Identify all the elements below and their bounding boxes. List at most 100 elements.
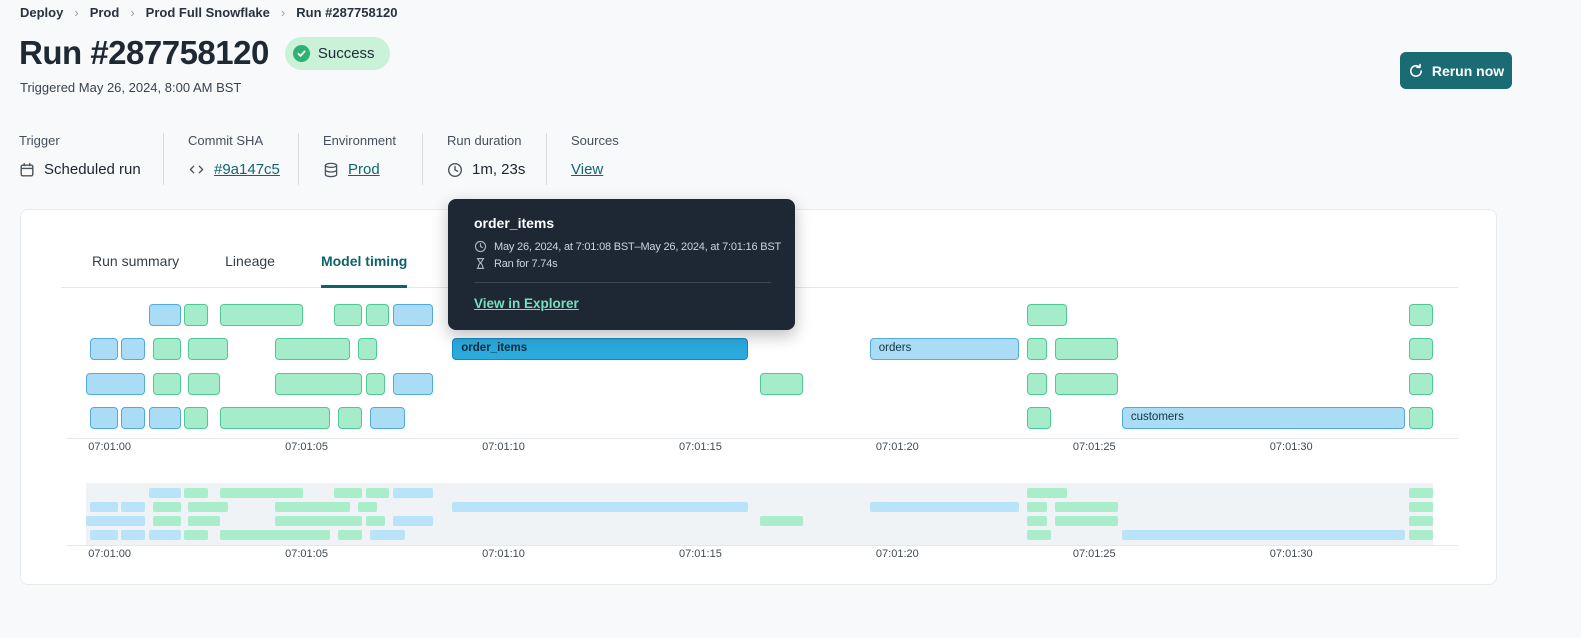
gantt-bar[interactable] [184, 407, 209, 429]
mini-bar [121, 530, 146, 540]
gantt-bar[interactable] [275, 373, 362, 395]
timeline-brush[interactable] [86, 483, 1433, 545]
detail-value: Scheduled run [19, 161, 141, 178]
gantt-bar[interactable] [152, 373, 181, 395]
gantt-bar[interactable] [188, 373, 220, 395]
detail-label: Trigger [19, 133, 60, 148]
breadcrumb-item[interactable]: Deploy [20, 5, 63, 20]
success-check-icon [292, 44, 310, 62]
gantt-bar[interactable] [1409, 373, 1433, 395]
gantt-bar[interactable] [1054, 373, 1118, 395]
detail-value-text[interactable]: #9a147c5 [214, 161, 280, 178]
axis-tick-label: 07:01:05 [285, 441, 328, 453]
gantt-bar[interactable] [1409, 407, 1433, 429]
detail-value[interactable]: #9a147c5 [188, 161, 280, 178]
gantt-bar[interactable] [89, 407, 118, 429]
breadcrumb-item[interactable]: Prod Full Snowflake [146, 5, 270, 20]
triggered-text: Triggered May 26, 2024, 8:00 AM BST [20, 80, 242, 95]
tab-model-timing[interactable]: Model timing [320, 250, 408, 288]
gantt-bar[interactable] [149, 407, 181, 429]
axis-tick-label: 07:01:15 [678, 548, 722, 560]
mini-bar [365, 488, 390, 498]
page-title: Run #287758120 [19, 34, 269, 71]
gantt-bar[interactable] [86, 373, 146, 395]
gantt-bar[interactable] [1054, 338, 1118, 360]
mini-bar [1027, 502, 1047, 512]
hourglass-icon [474, 257, 487, 270]
gantt-bar[interactable] [1027, 304, 1067, 326]
detail-value-text[interactable]: View [571, 161, 603, 178]
detail-environment: Environment Prod [323, 133, 396, 178]
rerun-now-button[interactable]: Rerun now [1400, 52, 1512, 89]
detail-value[interactable]: Prod [323, 161, 396, 178]
detail-trigger: Trigger Scheduled run [19, 133, 141, 178]
gantt-bar[interactable] [365, 304, 390, 326]
gantt-bar[interactable] [393, 373, 433, 395]
axis-tick-label: 07:01:00 [88, 441, 132, 453]
details-divider [422, 133, 423, 185]
axis-tick-label: 07:01:15 [678, 441, 722, 453]
detail-value[interactable]: View [571, 161, 619, 178]
breadcrumb-separator-icon: › [74, 5, 79, 20]
view-in-explorer-link[interactable]: View in Explorer [474, 296, 579, 311]
gantt-bar[interactable] [219, 407, 331, 429]
calendar-icon [19, 162, 35, 178]
gantt-bar[interactable] [365, 373, 386, 395]
status-label: Success [317, 44, 375, 62]
detail-value-text: Scheduled run [44, 161, 141, 178]
mini-bar [1409, 488, 1433, 498]
mini-bar [1409, 516, 1433, 526]
breadcrumb-separator-icon: › [280, 5, 286, 20]
detail-value-text: 1m, 23s [472, 161, 526, 178]
tab-lineage[interactable]: Lineage [225, 250, 275, 288]
axis-tick-label: 07:01:20 [875, 548, 919, 560]
detail-commit-sha: Commit SHA #9a147c5 [188, 133, 280, 178]
gantt-bar-customers[interactable]: customers [1121, 407, 1406, 429]
gantt-bar[interactable] [219, 304, 303, 326]
gantt-bar[interactable] [334, 304, 362, 326]
mini-bar [219, 530, 331, 540]
gantt-bar[interactable] [1027, 338, 1047, 360]
gantt-bar[interactable] [759, 373, 803, 395]
breadcrumb-item[interactable]: Prod [90, 5, 120, 20]
details-divider [546, 133, 547, 185]
axis-line [66, 438, 1458, 439]
axis-tick-label: 07:01:25 [1072, 548, 1116, 560]
gantt-bar[interactable] [275, 338, 350, 360]
tab-run-summary[interactable]: Run summary [92, 250, 179, 288]
time-axis-mini: 07:01:00 07:01:05 07:01:10 07:01:15 07:01:20… [66, 545, 1458, 562]
database-icon [323, 162, 339, 178]
breadcrumb-item: Run #287758120 [296, 5, 398, 20]
gantt-bar[interactable] [121, 338, 146, 360]
gantt-bar[interactable] [1027, 373, 1047, 395]
gantt-bar[interactable] [369, 407, 406, 429]
mini-bar [393, 488, 433, 498]
gantt-bar[interactable] [338, 407, 362, 429]
gantt-bar-orders[interactable]: orders [869, 338, 1020, 360]
gantt-bar[interactable] [1409, 338, 1433, 360]
gantt-bar[interactable] [188, 338, 228, 360]
tooltip-duration: Ran for 7.74s [494, 257, 558, 270]
detail-label: Run duration [447, 133, 522, 148]
axis-tick-label: 07:01:10 [482, 548, 525, 560]
gantt-bar[interactable] [393, 304, 433, 326]
mini-bar [393, 516, 433, 526]
detail-label: Commit SHA [188, 133, 264, 148]
gantt-bar[interactable] [184, 304, 209, 326]
gantt-bar-order_items[interactable]: order_items [452, 338, 748, 360]
gantt-bar[interactable] [1409, 304, 1433, 326]
gantt-bar[interactable] [89, 338, 118, 360]
mini-bar [152, 516, 181, 526]
axis-tick-label: 07:01:20 [875, 441, 919, 453]
gantt-bar[interactable] [149, 304, 181, 326]
mini-bar [149, 488, 181, 498]
gantt-bar[interactable] [357, 338, 378, 360]
detail-value-text[interactable]: Prod [348, 161, 380, 178]
gantt-bar[interactable] [121, 407, 146, 429]
detail-sources: Sources View [571, 133, 619, 178]
mini-bar [188, 516, 220, 526]
mini-bar [219, 488, 303, 498]
gantt-bar[interactable] [152, 338, 181, 360]
breadcrumb-separator-icon: › [130, 5, 135, 20]
gantt-bar[interactable] [1027, 407, 1051, 429]
